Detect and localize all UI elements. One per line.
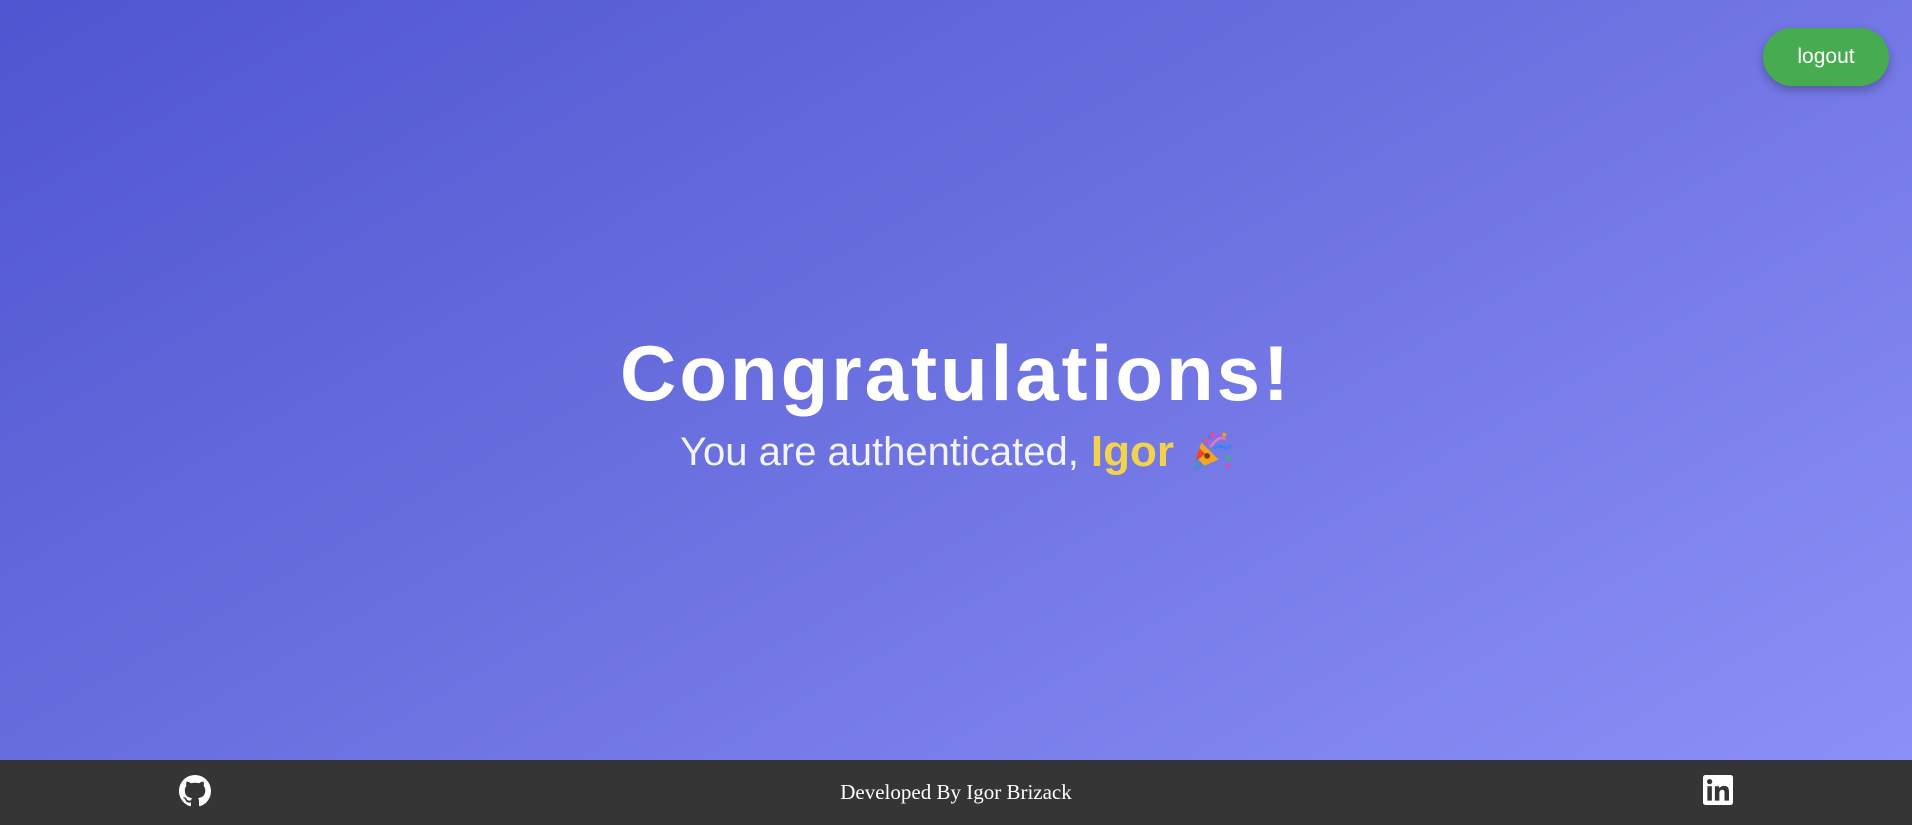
- main-hero: logout Congratulations! You are authenti…: [0, 0, 1912, 760]
- footer: Developed By Igor Brizack: [0, 760, 1912, 825]
- authenticated-message: You are authenticated, Igor: [0, 427, 1912, 477]
- welcome-message: Congratulations! You are authenticated, …: [0, 325, 1912, 477]
- page-title: Congratulations!: [620, 329, 1292, 417]
- page: logout Congratulations! You are authenti…: [0, 0, 1912, 825]
- linkedin-icon[interactable]: [1703, 775, 1733, 805]
- logout-button[interactable]: logout: [1763, 28, 1889, 86]
- footer-credit: Developed By Igor Brizack: [840, 780, 1072, 804]
- user-name: Igor: [1090, 427, 1174, 476]
- authenticated-text: You are authenticated,: [680, 430, 1079, 474]
- party-popper-icon: [1191, 431, 1232, 472]
